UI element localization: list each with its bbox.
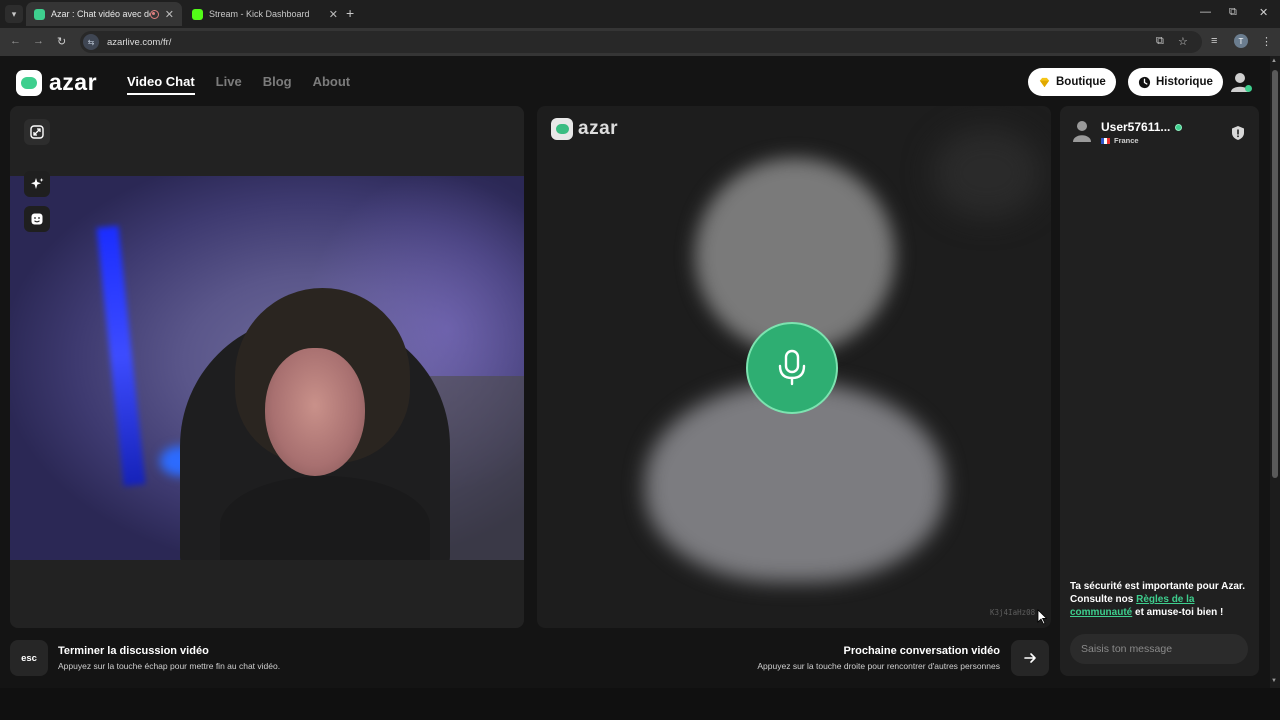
diamond-icon — [1039, 77, 1050, 87]
media-icon[interactable]: ≡ — [1211, 35, 1217, 47]
user-icon — [1073, 121, 1091, 142]
nav-live[interactable]: Live — [216, 74, 242, 95]
arrow-right-icon — [1024, 653, 1036, 663]
main-nav: Video Chat Live Blog About — [127, 74, 350, 95]
france-flag-icon — [1101, 137, 1110, 144]
close-icon[interactable]: ✕ — [165, 8, 174, 21]
safety-text-end: et amuse-toi bien ! — [1132, 607, 1224, 618]
azar-logo-icon — [551, 118, 573, 140]
site-info-icon[interactable]: ⇆ — [83, 34, 99, 50]
microphone-icon — [778, 349, 806, 386]
next-chat-button[interactable] — [1011, 640, 1049, 676]
username-text: User57611... — [1101, 120, 1171, 134]
browser-tab-bar: ▾ Azar : Chat vidéo avec de r ✕ Stream -… — [0, 0, 1280, 28]
partner-country: France — [1101, 136, 1182, 145]
country-text: France — [1114, 136, 1139, 145]
watermark-text: azar — [578, 118, 619, 139]
scroll-up-icon[interactable]: ▲ — [1271, 58, 1277, 64]
nav-about[interactable]: About — [313, 74, 351, 95]
azar-logo[interactable]: azar — [16, 69, 97, 96]
page-scrollbar[interactable]: ▲ ▼ — [1270, 56, 1280, 688]
back-icon[interactable]: ← — [10, 35, 21, 47]
mouse-cursor-icon — [1037, 609, 1047, 625]
next-chat-subtitle: Appuyez sur la touche droite pour rencon… — [757, 661, 1000, 671]
reload-icon[interactable]: ↻ — [57, 35, 66, 48]
restore-icon[interactable]: ⧉ — [1229, 6, 1237, 19]
partner-mic-indicator — [746, 322, 838, 414]
tab-list-icon[interactable]: ▾ — [5, 5, 23, 23]
install-icon[interactable]: ⧉ — [1156, 35, 1164, 48]
self-camera-feed — [10, 176, 524, 560]
boutique-label: Boutique — [1056, 76, 1106, 88]
sparkle-icon — [31, 178, 44, 189]
historique-button[interactable]: Historique — [1128, 68, 1223, 96]
partner-profile[interactable]: User57611... France — [1073, 120, 1183, 145]
clock-icon — [1138, 76, 1151, 88]
browser-profile-avatar[interactable]: T — [1234, 34, 1248, 48]
partner-session-id: K3j4IaHz08 — [990, 608, 1036, 617]
end-chat-subtitle: Appuyez sur la touche échap pour mettre … — [58, 661, 281, 671]
browser-address-bar: ← → ↻ ⇆ azarlive.com/fr/ ⧉ ☆ ≡ ⋮ — [0, 28, 1280, 56]
nav-blog[interactable]: Blog — [263, 74, 292, 95]
close-window-icon[interactable]: ✕ — [1259, 6, 1268, 19]
boutique-button[interactable]: Boutique — [1028, 68, 1116, 96]
record-icon — [149, 9, 159, 19]
expand-button[interactable] — [24, 119, 50, 145]
partner-username: User57611... — [1101, 120, 1183, 134]
effects-button[interactable] — [24, 171, 50, 197]
shield-icon[interactable] — [1231, 125, 1245, 141]
close-icon[interactable]: ✕ — [329, 8, 338, 21]
partner-video-card: azar K3j4IaHz08 — [537, 106, 1051, 628]
browser-tab-azar[interactable]: Azar : Chat vidéo avec de r ✕ — [26, 2, 182, 26]
plus-icon[interactable]: + — [346, 5, 354, 21]
scroll-down-icon[interactable]: ▼ — [1271, 678, 1277, 684]
forward-icon[interactable]: → — [33, 35, 44, 47]
menu-icon[interactable]: ⋮ — [1261, 35, 1272, 48]
minimize-icon[interactable]: — — [1200, 6, 1211, 18]
end-chat-button[interactable]: esc — [10, 640, 48, 676]
azar-page: azar Video Chat Live Blog About Boutique… — [0, 56, 1270, 688]
scrollbar-thumb[interactable] — [1272, 70, 1278, 478]
kick-favicon-icon — [192, 8, 203, 20]
safety-notice: Ta sécurité est importante pour Azar. Co… — [1070, 580, 1255, 619]
tab-title: Stream - Kick Dashboard — [209, 9, 310, 19]
tab-title: Azar : Chat vidéo avec de r — [51, 9, 150, 19]
online-status-icon — [1175, 123, 1183, 131]
user-icon[interactable] — [1229, 70, 1253, 94]
azar-favicon-icon — [34, 8, 45, 20]
bottom-strip — [0, 688, 1280, 720]
logo-text: azar — [49, 69, 98, 95]
chat-message-input[interactable] — [1070, 634, 1248, 664]
end-chat-title: Terminer la discussion vidéo — [58, 645, 209, 657]
partner-watermark-logo: azar — [551, 118, 618, 140]
url-text: azarlive.com/fr/ — [107, 36, 172, 48]
face-filter-icon — [31, 213, 43, 225]
expand-icon — [30, 125, 44, 139]
historique-label: Historique — [1156, 76, 1213, 88]
star-icon[interactable]: ☆ — [1178, 35, 1188, 48]
self-video-card — [10, 106, 524, 628]
nav-video-chat[interactable]: Video Chat — [127, 74, 195, 95]
chat-panel: User57611... France Ta sécurité est impo… — [1060, 106, 1259, 676]
azar-logo-icon — [16, 69, 42, 96]
browser-tab-kick[interactable]: Stream - Kick Dashboard ✕ — [184, 2, 346, 26]
next-chat-title: Prochaine conversation vidéo — [843, 645, 1001, 657]
face-filter-button[interactable] — [24, 206, 50, 232]
url-field[interactable]: ⇆ azarlive.com/fr/ — [80, 31, 1202, 53]
